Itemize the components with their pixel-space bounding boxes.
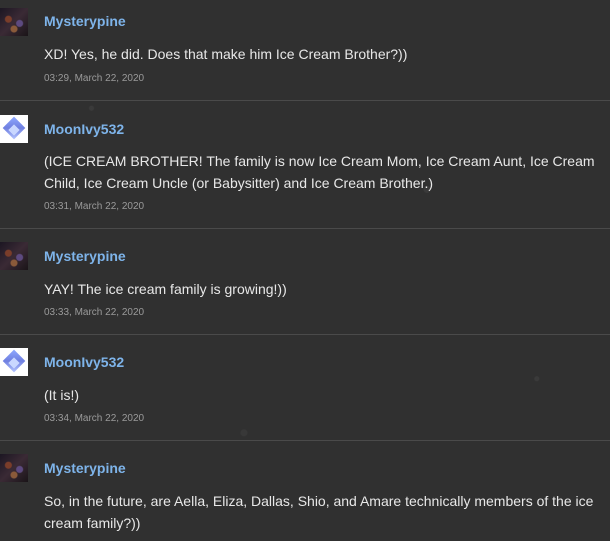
comment: Mysterypine YAY! The ice cream family is… [0, 229, 610, 335]
comment: Mysterypine So, in the future, are Aella… [0, 441, 610, 541]
comment-text: So, in the future, are Aella, Eliza, Dal… [44, 493, 594, 531]
comment-timestamp: 03:34, March 22, 2020 [44, 413, 145, 424]
comment-text: (ICE CREAM BROTHER! The family is now Ic… [44, 153, 595, 191]
comment-text: XD! Yes, he did. Does that make him Ice … [44, 46, 408, 62]
comment-timestamp: 03:29, March 22, 2020 [44, 73, 145, 84]
username-link[interactable]: Mysterypine [44, 13, 126, 29]
mysterypine-avatar[interactable] [0, 242, 28, 270]
comment: MoonIvy532 (ICE CREAM BROTHER! The famil… [0, 101, 610, 229]
comment: Mysterypine XD! Yes, he did. Does that m… [0, 0, 610, 101]
username-link[interactable]: MoonIvy532 [44, 121, 124, 137]
username-link[interactable]: Mysterypine [44, 460, 126, 476]
comment-timestamp: 03:31, March 22, 2020 [44, 201, 145, 212]
comment-text: YAY! The ice cream family is growing!)) [44, 281, 287, 297]
mysterypine-avatar[interactable] [0, 454, 28, 482]
moonivy-avatar[interactable] [0, 348, 28, 376]
mysterypine-avatar[interactable] [0, 8, 28, 36]
moonivy-avatar[interactable] [0, 115, 28, 143]
comment: MoonIvy532 (It is!) 03:34, March 22, 202… [0, 335, 610, 441]
username-link[interactable]: MoonIvy532 [44, 354, 124, 370]
comment-feed: Mysterypine XD! Yes, he did. Does that m… [0, 0, 610, 541]
username-link[interactable]: Mysterypine [44, 248, 126, 264]
comment-timestamp: 03:33, March 22, 2020 [44, 307, 145, 318]
comment-text: (It is!) [44, 387, 79, 403]
